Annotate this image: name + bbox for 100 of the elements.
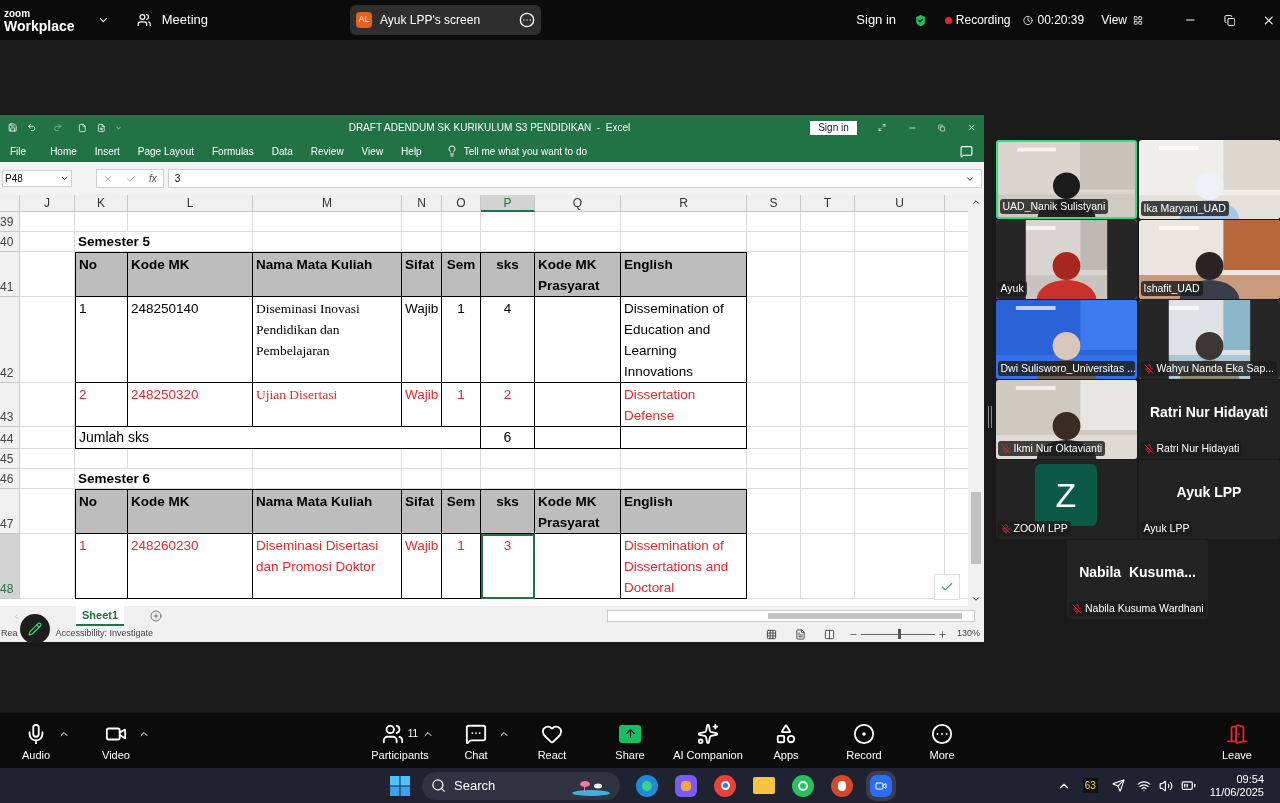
volume-icon[interactable]	[1158, 778, 1173, 793]
video-tile[interactable]: Ayuk LPP Ayuk LPP	[1138, 460, 1280, 539]
horizontal-scrollbar[interactable]	[607, 610, 976, 622]
lightbulb-icon[interactable]	[445, 145, 458, 157]
column-header[interactable]: N	[402, 195, 442, 212]
dropdown-icon[interactable]	[60, 174, 69, 183]
column-header[interactable]: J	[20, 195, 75, 212]
menu-tab[interactable]: File	[10, 143, 27, 159]
battery-icon[interactable]	[1180, 778, 1196, 793]
menu-tab[interactable]: Page Layout	[137, 143, 194, 159]
normal-view-icon[interactable]	[765, 628, 777, 640]
column-header[interactable]: K	[75, 195, 128, 212]
print-preview-icon[interactable]	[96, 121, 106, 134]
zoom-slider-thumb[interactable]	[898, 628, 902, 639]
column-header[interactable]: R	[621, 195, 747, 212]
scroll-down-icon[interactable]	[971, 594, 981, 604]
column-header[interactable]: S	[747, 195, 801, 212]
row-number[interactable]: 44	[0, 427, 20, 449]
menu-tab[interactable]: Data	[271, 143, 293, 159]
toolbar-button[interactable]: Leave	[1201, 719, 1273, 762]
check-icon[interactable]	[934, 574, 960, 600]
restore-icon[interactable]	[1223, 13, 1236, 27]
toolbar-button[interactable]: Video	[80, 719, 152, 762]
row-number[interactable]: 45	[0, 449, 20, 469]
toolbar-button[interactable]: React	[516, 719, 588, 762]
powerpoint-icon[interactable]	[831, 774, 853, 797]
toolbar-button[interactable]: AI Companion	[672, 719, 744, 762]
row-number[interactable]: 40	[0, 232, 20, 252]
meeting-label[interactable]: Meeting	[161, 10, 208, 30]
windows-logo-icon[interactable]	[390, 775, 410, 796]
shield-icon[interactable]	[913, 11, 929, 29]
accessibility-status[interactable]: Accessibility: Investigate	[55, 627, 154, 641]
screen-share-pill[interactable]: AL Ayuk LPP's screen	[350, 5, 542, 35]
formula-field[interactable]: 3	[167, 169, 982, 188]
video-tile[interactable]: Ika Maryani_UAD	[1138, 140, 1280, 219]
video-tile[interactable]: Ishafit_UAD	[1138, 220, 1280, 299]
annotate-button[interactable]	[20, 614, 50, 644]
row-number[interactable]: 39	[0, 212, 20, 232]
row-number[interactable]: 43	[0, 383, 20, 427]
menu-tab[interactable]: Home	[50, 143, 77, 159]
page-break-icon[interactable]	[823, 628, 835, 640]
new-file-icon[interactable]	[78, 121, 87, 134]
folder-icon[interactable]	[753, 774, 775, 797]
chrome-icon[interactable]	[714, 774, 736, 797]
sign-in-link[interactable]: Sign in	[856, 10, 897, 30]
column-header[interactable]: M	[253, 195, 402, 212]
toolbar-button[interactable]: Apps	[750, 719, 822, 762]
insert-function-button[interactable]: fx	[149, 171, 157, 186]
sign-in-button[interactable]: Sign in	[810, 120, 857, 135]
row-number[interactable]: 46	[0, 469, 20, 489]
video-tile[interactable]: Ratri Nur Hidayati Ratri Nur Hidayati	[1138, 380, 1280, 459]
scrollbar-thumb[interactable]	[971, 492, 981, 564]
column-header[interactable]: L	[128, 195, 253, 212]
menu-tab[interactable]: Formulas	[212, 143, 254, 159]
video-tile[interactable]: Ikmi Nur Oktavianti	[995, 380, 1137, 459]
video-tile[interactable]: Dwi Sulisworo_Universitas ...	[995, 300, 1137, 379]
copilot-icon[interactable]	[675, 774, 697, 797]
scrollbar-thumb[interactable]	[768, 613, 963, 619]
save-icon[interactable]	[8, 121, 18, 134]
column-header[interactable]: Q	[535, 195, 621, 212]
location-icon[interactable]	[1111, 779, 1125, 792]
column-header[interactable]: U	[855, 195, 945, 212]
search-field[interactable]: Search	[422, 771, 620, 800]
toolbar-button[interactable]: Share	[594, 719, 666, 762]
video-tile[interactable]: Wahyu Nanda Eka Sap...	[1138, 300, 1280, 379]
toolbar-button[interactable]: Record	[828, 719, 900, 762]
sheet-tab[interactable]: Sheet1	[76, 606, 125, 626]
scroll-up-icon[interactable]	[971, 197, 981, 207]
ribbon-display-icon[interactable]	[877, 122, 886, 133]
edge-icon[interactable]	[636, 774, 658, 797]
wifi-icon[interactable]	[1136, 778, 1151, 793]
tell-me-field[interactable]: Tell me what you want to do	[463, 143, 588, 159]
video-tile[interactable]: Nabila Kusuma... Nabila Kusuma Wardhani	[1067, 540, 1208, 619]
name-box[interactable]: P48	[2, 170, 72, 187]
menu-tab[interactable]: Help	[401, 143, 422, 159]
row-number[interactable]: 42	[0, 297, 20, 383]
row-number[interactable]: 48	[0, 534, 20, 599]
page-layout-icon[interactable]	[794, 628, 806, 640]
comments-icon[interactable]	[960, 144, 973, 158]
view-button[interactable]: View	[1101, 11, 1127, 29]
whatsapp-icon[interactable]	[792, 774, 814, 797]
more-icon[interactable]	[519, 12, 536, 28]
clock-time[interactable]: 09:54	[1236, 772, 1264, 786]
tray-badge[interactable]: 63	[1082, 778, 1098, 793]
menu-tab[interactable]: Insert	[94, 143, 120, 159]
row-number[interactable]: 47	[0, 489, 20, 534]
video-tile[interactable]: Z ZOOM LPP	[995, 460, 1137, 539]
zoom-in-icon[interactable]	[937, 629, 947, 639]
toolbar-button[interactable]: Chat	[440, 719, 512, 762]
view-icon[interactable]	[1133, 14, 1143, 26]
undo-icon[interactable]	[27, 121, 37, 134]
toolbar-button[interactable]: 11 Participants	[364, 719, 436, 762]
toolbar-button[interactable]: More	[906, 719, 978, 762]
toolbar-button[interactable]: Audio	[0, 719, 72, 762]
recording-label[interactable]: Recording	[955, 11, 1011, 29]
column-header[interactable]: T	[801, 195, 855, 212]
menu-tab[interactable]: Review	[310, 143, 344, 159]
video-tile[interactable]: Ayuk	[995, 220, 1137, 299]
video-tile[interactable]: UAD_Nanik Sulistyani	[995, 140, 1137, 219]
clock-date[interactable]: 11/06/2025	[1209, 785, 1264, 799]
